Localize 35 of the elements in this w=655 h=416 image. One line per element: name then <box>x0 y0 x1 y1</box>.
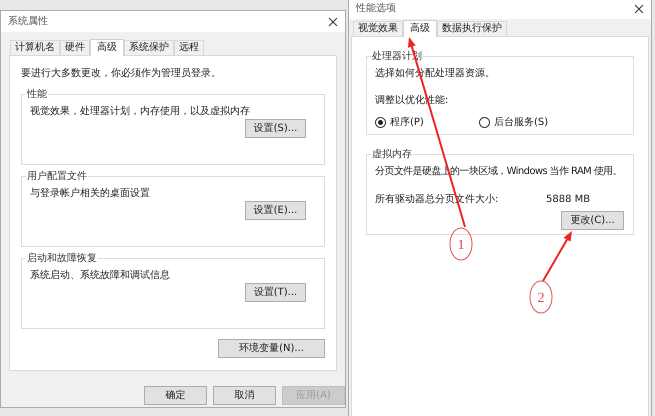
tab[interactable]: 硬件 <box>60 40 90 55</box>
group-title: 性能 <box>26 88 48 102</box>
button[interactable]: 环境变量(N)... <box>218 339 325 358</box>
button[interactable]: 更改(C)... <box>561 211 624 230</box>
description-text: 系统启动、系统故障和调试信息 <box>30 268 171 283</box>
radio-button[interactable] <box>375 117 386 128</box>
value-text: 5888 MB <box>546 193 590 207</box>
tab[interactable]: 系统保护 <box>124 40 174 55</box>
tab[interactable]: 视觉效果 <box>353 21 403 36</box>
button[interactable]: 取消 <box>213 386 276 405</box>
radio-label[interactable]: 后台服务(S) <box>494 115 548 130</box>
group-title: 虚拟内存 <box>371 148 413 162</box>
annotation-arrow <box>542 231 572 282</box>
tab[interactable]: 高级 <box>403 20 437 37</box>
tab[interactable]: 数据执行保护 <box>437 21 507 36</box>
group-title: 用户配置文件 <box>26 170 88 184</box>
window-title: 系统属性 <box>8 14 48 29</box>
button[interactable]: 设置(T)... <box>245 283 306 302</box>
tab[interactable]: 高级 <box>90 39 124 56</box>
notice-text: 要进行大多数更改，你必须作为管理员登录。 <box>21 66 222 81</box>
radio-button[interactable] <box>479 117 490 128</box>
close-icon[interactable] <box>634 4 644 14</box>
tab[interactable]: 远程 <box>174 40 204 55</box>
tab[interactable]: 计算机名 <box>10 40 60 55</box>
circled-number: 2 <box>530 280 552 314</box>
group-title: 启动和故障恢复 <box>26 252 98 266</box>
button[interactable]: 设置(E)... <box>245 201 306 220</box>
description-text: 视觉效果，处理器计划，内存使用，以及虚拟内存 <box>30 104 251 119</box>
circled-number: 1 <box>450 228 472 260</box>
window-title: 性能选项 <box>356 2 396 16</box>
radio-label[interactable]: 程序(P) <box>390 115 424 130</box>
button[interactable]: 确定 <box>144 386 207 405</box>
close-icon[interactable] <box>328 16 338 26</box>
button[interactable]: 设置(S)... <box>245 119 306 138</box>
description-text: 与登录帐户相关的桌面设置 <box>30 186 151 201</box>
